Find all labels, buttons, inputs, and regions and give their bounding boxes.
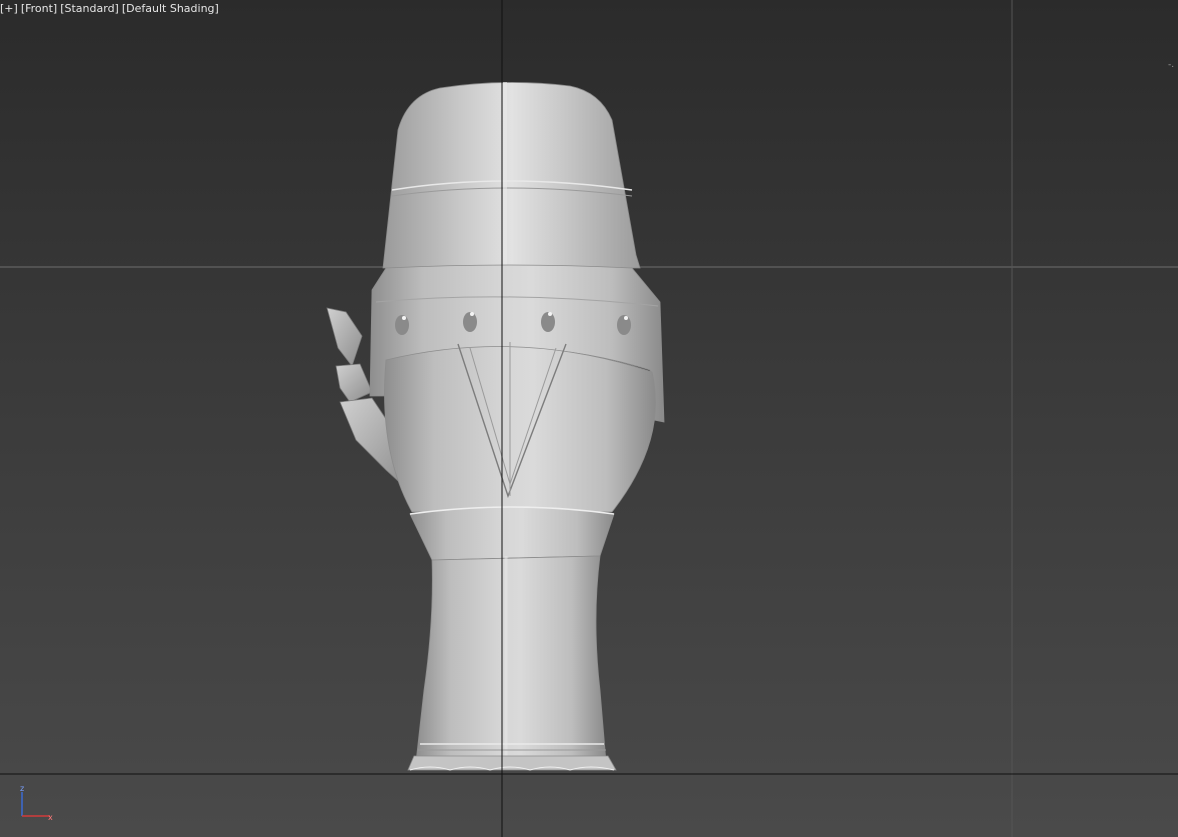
axis-gizmo-icon: z x — [20, 784, 53, 822]
viewport-plus-menu[interactable]: [+] — [0, 1, 18, 17]
z-axis-label: z — [20, 784, 24, 793]
viewport-canvas[interactable] — [0, 0, 1178, 837]
viewport-standard-menu[interactable]: [Standard] — [60, 1, 119, 17]
viewport-view-menu[interactable]: [Front] — [21, 1, 57, 17]
palm-mesh — [384, 346, 656, 513]
cuff-mesh — [409, 506, 615, 561]
viewport-shading-menu[interactable]: [Default Shading] — [122, 1, 219, 17]
fingers-mesh — [382, 82, 641, 269]
forearm-mesh — [415, 555, 607, 763]
viewport-front[interactable]: [+] [Front] [Standard] [Default Shading]… — [0, 0, 1178, 837]
viewport-label-menu[interactable]: [+] [Front] [Standard] [Default Shading] — [0, 1, 219, 17]
viewport-edge-mark: -. — [1168, 60, 1175, 70]
x-axis-label: x — [48, 813, 53, 822]
hand-model[interactable] — [326, 82, 665, 771]
